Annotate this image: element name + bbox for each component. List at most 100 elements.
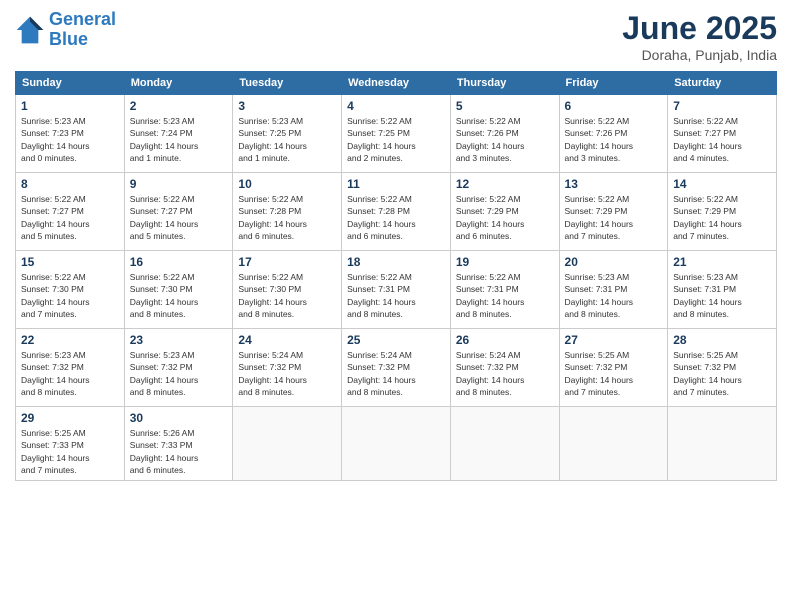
day-number: 17 (238, 255, 336, 269)
day-number: 16 (130, 255, 228, 269)
day-number: 6 (565, 99, 663, 113)
day-info: Sunrise: 5:22 AMSunset: 7:31 PMDaylight:… (347, 271, 445, 320)
calendar-cell: 27 Sunrise: 5:25 AMSunset: 7:32 PMDayligh… (559, 329, 668, 407)
day-info: Sunrise: 5:22 AMSunset: 7:31 PMDaylight:… (456, 271, 554, 320)
day-number: 22 (21, 333, 119, 347)
day-info: Sunrise: 5:23 AMSunset: 7:32 PMDaylight:… (130, 349, 228, 398)
calendar-cell: 23 Sunrise: 5:23 AMSunset: 7:32 PMDayligh… (124, 329, 233, 407)
calendar-week-3: 15 Sunrise: 5:22 AMSunset: 7:30 PMDayligh… (16, 251, 777, 329)
day-number: 21 (673, 255, 771, 269)
calendar-table: SundayMondayTuesdayWednesdayThursdayFrid… (15, 71, 777, 481)
day-number: 25 (347, 333, 445, 347)
calendar-cell (450, 407, 559, 481)
calendar-cell: 2Sunrise: 5:23 AMSunset: 7:24 PMDaylight… (124, 95, 233, 173)
day-info: Sunrise: 5:23 AMSunset: 7:32 PMDaylight:… (21, 349, 119, 398)
header-friday: Friday (559, 72, 668, 95)
calendar-cell: 20 Sunrise: 5:23 AMSunset: 7:31 PMDayligh… (559, 251, 668, 329)
calendar-week-5: 29 Sunrise: 5:25 AMSunset: 7:33 PMDayligh… (16, 407, 777, 481)
day-number: 4 (347, 99, 445, 113)
calendar-cell: 19 Sunrise: 5:22 AMSunset: 7:31 PMDayligh… (450, 251, 559, 329)
day-info: Sunrise: 5:26 AMSunset: 7:33 PMDaylight:… (130, 427, 228, 476)
logo-blue: Blue (49, 29, 88, 49)
day-number: 19 (456, 255, 554, 269)
day-number: 24 (238, 333, 336, 347)
logo-icon (15, 15, 45, 45)
day-info: Sunrise: 5:22 AMSunset: 7:27 PMDaylight:… (21, 193, 119, 242)
day-info: Sunrise: 5:23 AMSunset: 7:31 PMDaylight:… (565, 271, 663, 320)
calendar-cell: 3 Sunrise: 5:23 AMSunset: 7:25 PMDaylight… (233, 95, 342, 173)
day-number: 15 (21, 255, 119, 269)
calendar-cell: 8 Sunrise: 5:22 AMSunset: 7:27 PMDaylight… (16, 173, 125, 251)
day-info: Sunrise: 5:22 AMSunset: 7:30 PMDaylight:… (130, 271, 228, 320)
day-info: Sunrise: 5:22 AMSunset: 7:28 PMDaylight:… (238, 193, 336, 242)
calendar-cell: 12Sunrise: 5:22 AMSunset: 7:29 PMDayligh… (450, 173, 559, 251)
header-thursday: Thursday (450, 72, 559, 95)
calendar-cell: 1 Sunrise: 5:23 AMSunset: 7:23 PMDaylight… (16, 95, 125, 173)
calendar-cell: 10Sunrise: 5:22 AMSunset: 7:28 PMDayligh… (233, 173, 342, 251)
calendar-cell: 11Sunrise: 5:22 AMSunset: 7:28 PMDayligh… (342, 173, 451, 251)
day-number: 30 (130, 411, 228, 425)
logo-text: General Blue (49, 10, 116, 50)
calendar-cell: 15 Sunrise: 5:22 AMSunset: 7:30 PMDayligh… (16, 251, 125, 329)
day-info: Sunrise: 5:22 AMSunset: 7:27 PMDaylight:… (130, 193, 228, 242)
day-info: Sunrise: 5:22 AMSunset: 7:26 PMDaylight:… (565, 115, 663, 164)
title-block: June 2025 Doraha, Punjab, India (622, 10, 777, 63)
header-wednesday: Wednesday (342, 72, 451, 95)
day-number: 9 (130, 177, 228, 191)
day-number: 1 (21, 99, 119, 113)
day-info: Sunrise: 5:22 AMSunset: 7:30 PMDaylight:… (21, 271, 119, 320)
calendar-cell: 7 Sunrise: 5:22 AMSunset: 7:27 PMDaylight… (668, 95, 777, 173)
day-info: Sunrise: 5:23 AMSunset: 7:25 PMDaylight:… (238, 115, 336, 164)
calendar-cell: 14 Sunrise: 5:22 AMSunset: 7:29 PMDayligh… (668, 173, 777, 251)
calendar-cell: 25 Sunrise: 5:24 AMSunset: 7:32 PMDayligh… (342, 329, 451, 407)
calendar-cell (233, 407, 342, 481)
day-number: 5 (456, 99, 554, 113)
logo-general: General (49, 9, 116, 29)
day-info: Sunrise: 5:24 AMSunset: 7:32 PMDaylight:… (347, 349, 445, 398)
day-number: 14 (673, 177, 771, 191)
day-info: Sunrise: 5:25 AMSunset: 7:32 PMDaylight:… (565, 349, 663, 398)
calendar-cell: 21 Sunrise: 5:23 AMSunset: 7:31 PMDayligh… (668, 251, 777, 329)
day-info: Sunrise: 5:22 AMSunset: 7:30 PMDaylight:… (238, 271, 336, 320)
day-number: 26 (456, 333, 554, 347)
calendar-header-row: SundayMondayTuesdayWednesdayThursdayFrid… (16, 72, 777, 95)
calendar-cell: 29 Sunrise: 5:25 AMSunset: 7:33 PMDayligh… (16, 407, 125, 481)
calendar-cell: 28Sunrise: 5:25 AMSunset: 7:32 PMDayligh… (668, 329, 777, 407)
day-number: 13 (565, 177, 663, 191)
calendar-cell: 6 Sunrise: 5:22 AMSunset: 7:26 PMDaylight… (559, 95, 668, 173)
day-number: 8 (21, 177, 119, 191)
day-number: 3 (238, 99, 336, 113)
day-number: 23 (130, 333, 228, 347)
day-info: Sunrise: 5:22 AMSunset: 7:25 PMDaylight:… (347, 115, 445, 164)
calendar-week-4: 22 Sunrise: 5:23 AMSunset: 7:32 PMDayligh… (16, 329, 777, 407)
day-info: Sunrise: 5:22 AMSunset: 7:27 PMDaylight:… (673, 115, 771, 164)
day-info: Sunrise: 5:23 AMSunset: 7:23 PMDaylight:… (21, 115, 119, 164)
calendar-cell: 13Sunrise: 5:22 AMSunset: 7:29 PMDayligh… (559, 173, 668, 251)
calendar-cell (668, 407, 777, 481)
month-title: June 2025 (622, 10, 777, 47)
page: General Blue June 2025 Doraha, Punjab, I… (0, 0, 792, 612)
header-saturday: Saturday (668, 72, 777, 95)
day-info: Sunrise: 5:24 AMSunset: 7:32 PMDaylight:… (238, 349, 336, 398)
header-monday: Monday (124, 72, 233, 95)
day-info: Sunrise: 5:25 AMSunset: 7:33 PMDaylight:… (21, 427, 119, 476)
day-info: Sunrise: 5:23 AMSunset: 7:31 PMDaylight:… (673, 271, 771, 320)
location: Doraha, Punjab, India (622, 47, 777, 63)
calendar-cell (342, 407, 451, 481)
calendar-cell: 30 Sunrise: 5:26 AMSunset: 7:33 PMDayligh… (124, 407, 233, 481)
day-number: 7 (673, 99, 771, 113)
calendar-cell: 4 Sunrise: 5:22 AMSunset: 7:25 PMDaylight… (342, 95, 451, 173)
calendar-cell: 9 Sunrise: 5:22 AMSunset: 7:27 PMDaylight… (124, 173, 233, 251)
header: General Blue June 2025 Doraha, Punjab, I… (15, 10, 777, 63)
day-info: Sunrise: 5:22 AMSunset: 7:29 PMDaylight:… (456, 193, 554, 242)
day-number: 29 (21, 411, 119, 425)
calendar-week-1: 1 Sunrise: 5:23 AMSunset: 7:23 PMDaylight… (16, 95, 777, 173)
calendar-cell: 24 Sunrise: 5:24 AMSunset: 7:32 PMDayligh… (233, 329, 342, 407)
day-number: 20 (565, 255, 663, 269)
calendar-cell: 18Sunrise: 5:22 AMSunset: 7:31 PMDayligh… (342, 251, 451, 329)
day-number: 27 (565, 333, 663, 347)
day-info: Sunrise: 5:22 AMSunset: 7:29 PMDaylight:… (673, 193, 771, 242)
calendar-cell: 22 Sunrise: 5:23 AMSunset: 7:32 PMDayligh… (16, 329, 125, 407)
logo: General Blue (15, 10, 116, 50)
header-tuesday: Tuesday (233, 72, 342, 95)
